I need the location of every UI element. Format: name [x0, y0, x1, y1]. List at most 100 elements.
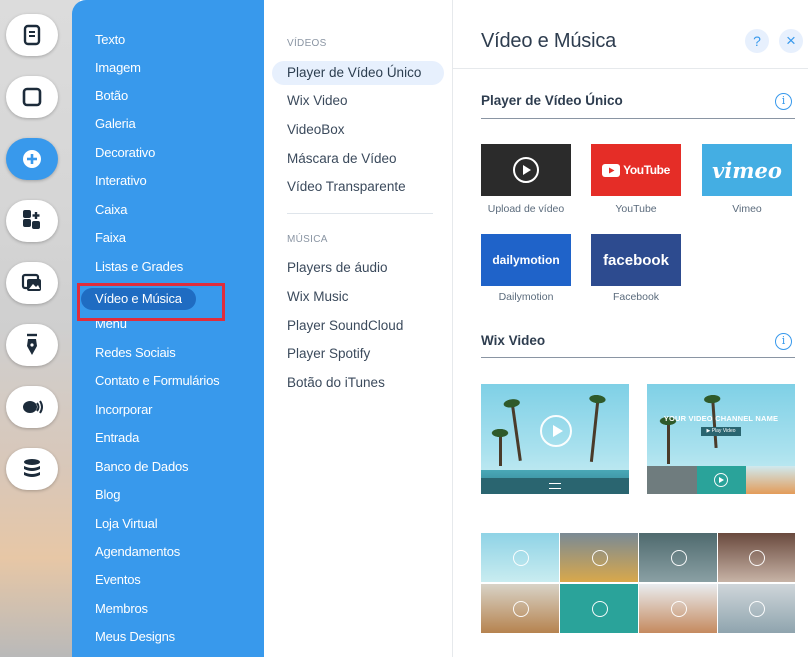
- background-icon: [22, 87, 42, 107]
- category-meus-designs[interactable]: Meus Designs: [95, 626, 175, 648]
- category-banco-de-dados[interactable]: Banco de Dados: [95, 456, 189, 478]
- category-galeria[interactable]: Galeria: [95, 113, 136, 135]
- play-video-button: ▶ Play Video: [701, 427, 741, 436]
- app-market-icon: [23, 210, 40, 229]
- youtube-tile[interactable]: YouTube: [591, 144, 681, 196]
- add-button[interactable]: [6, 138, 58, 180]
- palm-tree: [658, 416, 678, 464]
- database-button[interactable]: [6, 448, 58, 490]
- category-loja-virtual[interactable]: Loja Virtual: [95, 513, 158, 535]
- app-market-button[interactable]: [6, 200, 58, 242]
- sub-player-soundcloud[interactable]: Player SoundCloud: [287, 314, 403, 338]
- play-icon: [540, 415, 572, 447]
- play-icon: [749, 601, 765, 617]
- media-button[interactable]: [6, 262, 58, 304]
- category-imagem[interactable]: Imagem: [95, 57, 141, 79]
- youtube-play-icon: [602, 163, 621, 177]
- blog-button[interactable]: [6, 324, 58, 366]
- youtube-label: YouTube: [615, 203, 657, 215]
- background-button[interactable]: [6, 76, 58, 118]
- dailymotion-logo-text: dailymotion: [492, 253, 560, 267]
- add-icon: [23, 150, 41, 168]
- sub-player-de-video-unico[interactable]: Player de Vídeo Único: [272, 61, 444, 85]
- play-icon: [513, 601, 529, 617]
- thumb-strip-1: [647, 466, 697, 494]
- category-agendamentos[interactable]: Agendamentos: [95, 541, 180, 563]
- help-button[interactable]: ?: [745, 29, 769, 53]
- database-icon: [24, 459, 40, 477]
- palm-tree: [490, 428, 510, 466]
- sub-players-de-audio[interactable]: Players de áudio: [287, 256, 388, 280]
- wix-video-layout-3[interactable]: [481, 533, 795, 633]
- selection-highlight-box: [77, 283, 225, 321]
- subcategory-panel: VÍDEOS Player de Vídeo Único Wix Video V…: [264, 0, 452, 657]
- upload-video-label: Upload de vídeo: [487, 203, 565, 215]
- category-botao[interactable]: Botão: [95, 85, 128, 107]
- info-icon[interactable]: i: [775, 333, 792, 350]
- section-title-single-player: Player de Vídeo Único: [481, 93, 623, 108]
- category-blog[interactable]: Blog: [95, 484, 120, 506]
- sub-video-transparente[interactable]: Vídeo Transparente: [287, 175, 406, 199]
- media-icon: [21, 273, 41, 291]
- category-faixa[interactable]: Faixa: [95, 227, 126, 249]
- pages-button[interactable]: [6, 14, 58, 56]
- content-panel: Vídeo e Música ? × Player de Vídeo Único…: [452, 0, 808, 657]
- header-separator: [453, 68, 808, 69]
- upload-video-tile[interactable]: [481, 144, 571, 196]
- category-incorporar[interactable]: Incorporar: [95, 399, 152, 421]
- category-membros[interactable]: Membros: [95, 598, 148, 620]
- thumb-strip-2: [697, 466, 746, 494]
- wix-video-layout-2[interactable]: YOUR VIDEO CHANNEL NAME ▶ Play Video: [647, 384, 795, 494]
- play-icon: [513, 550, 529, 566]
- category-caixa[interactable]: Caixa: [95, 199, 127, 221]
- thumb-footer-bar: [481, 478, 629, 494]
- category-texto[interactable]: Texto: [95, 29, 125, 51]
- category-eventos[interactable]: Eventos: [95, 569, 141, 591]
- play-icon: [749, 550, 765, 566]
- vimeo-logo-text: vimeo: [712, 157, 782, 183]
- play-circle-icon: [513, 157, 539, 183]
- category-listas-e-grades[interactable]: Listas e Grades: [95, 256, 183, 278]
- sub-wix-music[interactable]: Wix Music: [287, 285, 349, 309]
- dailymotion-label: Dailymotion: [498, 291, 554, 303]
- channel-name-text: YOUR VIDEO CHANNEL NAME: [663, 414, 779, 423]
- category-entrada[interactable]: Entrada: [95, 427, 139, 449]
- chat-button[interactable]: [6, 386, 58, 428]
- play-icon: [671, 550, 687, 566]
- sub-wix-video[interactable]: Wix Video: [287, 89, 348, 113]
- sub-player-spotify[interactable]: Player Spotify: [287, 342, 370, 366]
- category-interativo[interactable]: Interativo: [95, 170, 147, 192]
- play-icon: [592, 550, 608, 566]
- dailymotion-tile[interactable]: dailymotion: [481, 234, 571, 286]
- category-redes-sociais[interactable]: Redes Sociais: [95, 342, 176, 364]
- play-icon: [592, 601, 608, 617]
- blog-pen-icon: [27, 333, 37, 355]
- pages-icon: [23, 24, 41, 46]
- panel-title: Vídeo e Música: [481, 30, 617, 52]
- category-panel: Texto Imagem Botão Galeria Decorativo In…: [72, 0, 264, 657]
- youtube-logo-text: YouTube: [623, 163, 670, 177]
- chat-icon: [23, 400, 43, 414]
- thumb-strip-3: [746, 466, 795, 494]
- menu-icon: [549, 483, 561, 489]
- section-divider: [481, 118, 795, 119]
- vimeo-tile[interactable]: vimeo: [702, 144, 792, 196]
- sub-mascara-de-video[interactable]: Máscara de Vídeo: [287, 147, 397, 171]
- category-contato-e-formularios[interactable]: Contato e Formulários: [95, 370, 220, 392]
- category-decorativo[interactable]: Decorativo: [95, 142, 155, 164]
- info-icon[interactable]: i: [775, 93, 792, 110]
- music-header: MÚSICA: [287, 234, 328, 245]
- sub-videobox[interactable]: VideoBox: [287, 118, 345, 142]
- section-divider: [481, 357, 795, 358]
- facebook-label: Facebook: [612, 291, 660, 303]
- facebook-logo-text: facebook: [603, 251, 669, 269]
- sub-divider: [287, 213, 433, 214]
- facebook-tile[interactable]: facebook: [591, 234, 681, 286]
- videos-header: VÍDEOS: [287, 38, 327, 49]
- close-button[interactable]: ×: [779, 29, 803, 53]
- wix-video-layout-1[interactable]: [481, 384, 629, 494]
- sub-botao-do-itunes[interactable]: Botão do iTunes: [287, 371, 385, 395]
- play-icon: [671, 601, 687, 617]
- section-title-wix-video: Wix Video: [481, 333, 546, 348]
- vimeo-label: Vimeo: [732, 203, 762, 215]
